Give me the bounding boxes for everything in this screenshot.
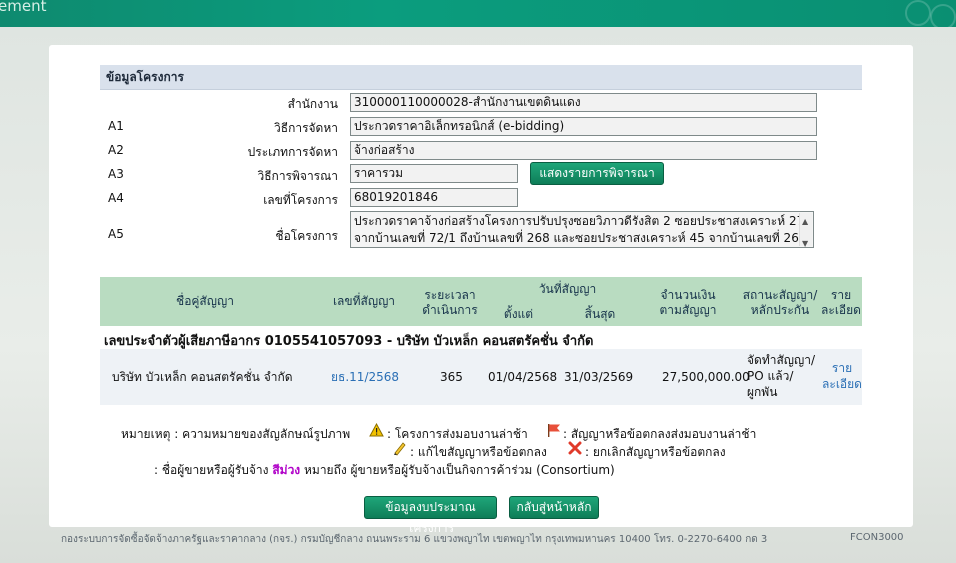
- procurement-type-field: จ้างก่อสร้าง: [350, 141, 817, 160]
- col-amount-line1: จำนวนเงิน: [660, 288, 716, 302]
- legend-note: หมายเหตุ : ความหมายของสัญลักษณ์รูปภาพ: [121, 427, 351, 441]
- banner-text: ement: [0, 0, 47, 15]
- col-duration-line1: ระยะเวลา: [424, 288, 476, 302]
- office-label: สำนักงาน: [287, 97, 338, 111]
- legend-cancel-text: : ยกเลิกสัญญาหรือข้อตกลง: [585, 445, 726, 459]
- col-status-line1: สถานะสัญญา/: [742, 288, 818, 302]
- col-duration-line2: ดำเนินการ: [422, 303, 478, 317]
- contract-number-link[interactable]: ยธ.11/2568: [331, 369, 399, 385]
- top-banner: ement: [0, 0, 956, 27]
- project-number-label: เลขที่โครงการ: [263, 193, 338, 207]
- party-name-cell: บริษัท บัวเหล็ก คอนสตรัคชั่น จำกัด: [112, 370, 293, 384]
- section-title: ข้อมูลโครงการ: [100, 65, 862, 90]
- red-x-icon: [568, 441, 582, 458]
- scroll-up-icon[interactable]: ▲: [802, 213, 808, 230]
- office-field: 310000110000028-สำนักงานเขตดินแดง: [350, 93, 817, 112]
- legend-edit-text: : แก้ไขสัญญาหรือข้อตกลง: [410, 445, 547, 459]
- legend-flag-text: : สัญญาหรือข้อตกลงส่งมอบงานล่าช้า: [563, 427, 757, 441]
- red-flag-icon: [546, 423, 562, 441]
- procurement-type-label: ประเภทการจัดหา: [247, 145, 338, 159]
- a1-code: A1: [108, 119, 124, 133]
- detail-link-line: ละเอียด: [822, 377, 862, 391]
- col-party-name: ชื่อคู่สัญญา: [176, 294, 234, 308]
- banner-ornament-icon: [905, 0, 931, 26]
- end-date-cell: 31/03/2569: [564, 370, 634, 384]
- a5-code: A5: [108, 227, 124, 241]
- footer-address: กองระบบการจัดซื้อจัดจ้างภาครัฐและราคากลา…: [61, 534, 768, 545]
- procurement-method-field: ประกวดราคาอิเล็กทรอนิกส์ (e-bidding): [350, 117, 817, 136]
- col-duration: ระยะเวลา ดำเนินการ: [418, 288, 482, 318]
- amount-cell: 27,500,000.00: [662, 370, 750, 384]
- detail-link-line: ราย: [831, 361, 853, 375]
- duration-cell: 365: [440, 370, 463, 384]
- legend-purple-pre: : ชื่อผู้ขายหรือผู้รับจ้าง: [154, 463, 269, 477]
- start-date-cell: 01/04/2568: [488, 370, 558, 384]
- project-name-line: ประกวดราคาจ้างก่อสร้างโครงการปรับปรุงซอย…: [354, 214, 805, 228]
- status-line: จัดทำสัญญา/: [747, 353, 816, 367]
- project-name-textarea[interactable]: ประกวดราคาจ้างก่อสร้างโครงการปรับปรุงซอย…: [350, 211, 814, 248]
- legend-purple-post: หมายถึง ผู้ขายหรือผู้รับจ้างเป็นกิจการค้…: [304, 463, 615, 477]
- legend-consortium: : ชื่อผู้ขายหรือผู้รับจ้าง สีม่วง หมายถึ…: [154, 461, 615, 480]
- col-contract-date: วันที่สัญญา: [538, 282, 597, 296]
- textarea-scrollbar[interactable]: ▲ ▼: [799, 213, 812, 247]
- procurement-method-label: วิธีการจัดหา: [274, 121, 338, 135]
- project-name-line: จากบ้านเลขที่ 72/1 ถึงบ้านเลขที่ 268 และ…: [354, 231, 807, 245]
- col-status-line2: หลักประกัน: [750, 303, 810, 317]
- banner-ornament-icon: [930, 4, 956, 27]
- project-name-label: ชื่อโครงการ: [275, 229, 338, 243]
- col-contract-number: เลขที่สัญญา: [332, 294, 396, 308]
- legend-purple-word: สีม่วง: [272, 463, 301, 477]
- evaluation-method-label: วิธีการพิจารณา: [257, 169, 338, 183]
- col-amount: จำนวนเงิน ตามสัญญา: [648, 288, 728, 318]
- status-cell: จัดทำสัญญา/ PO แล้ว/ ผูกพัน: [747, 352, 815, 400]
- back-to-home-button[interactable]: กลับสู่หน้าหลัก: [509, 496, 599, 519]
- vendor-tax-id-line: เลขประจำตัวผู้เสียภาษีอากร 0105541057093…: [104, 334, 594, 349]
- pencil-icon: [392, 441, 407, 459]
- page-code: FCON3000: [850, 532, 904, 543]
- project-number-field: 68019201846: [350, 188, 518, 207]
- show-evaluation-list-button[interactable]: แสดงรายการพิจารณา: [530, 162, 664, 185]
- evaluation-method-field: ราคารวม: [350, 164, 518, 183]
- col-status: สถานะสัญญา/ หลักประกัน: [740, 288, 820, 318]
- a3-code: A3: [108, 167, 124, 181]
- warning-icon: [369, 422, 384, 440]
- table-row: บริษัท บัวเหล็ก คอนสตรัคชั่น จำกัด ยธ.11…: [100, 349, 862, 405]
- legend-warn-text: : โครงการส่งมอบงานล่าช้า: [387, 427, 528, 441]
- detail-link[interactable]: ราย ละเอียด: [822, 360, 862, 392]
- a4-code: A4: [108, 191, 124, 205]
- scroll-down-icon[interactable]: ▼: [802, 235, 808, 247]
- col-detail-line2: ละเอียด: [821, 303, 861, 317]
- col-start-date: ตั้งแต่: [503, 307, 534, 321]
- project-budget-button[interactable]: ข้อมูลงบประมาณโครงการ: [364, 496, 497, 535]
- contract-table-header: ชื่อคู่สัญญา เลขที่สัญญา ระยะเวลา ดำเนิน…: [100, 277, 862, 326]
- col-end-date: สิ้นสุด: [584, 307, 616, 321]
- col-amount-line2: ตามสัญญา: [659, 303, 717, 317]
- col-detail: ราย ละเอียด: [820, 288, 862, 318]
- a2-code: A2: [108, 143, 124, 157]
- col-detail-line1: ราย: [830, 288, 852, 302]
- status-line: PO แล้ว/: [747, 369, 794, 383]
- status-line: ผูกพัน: [747, 385, 778, 399]
